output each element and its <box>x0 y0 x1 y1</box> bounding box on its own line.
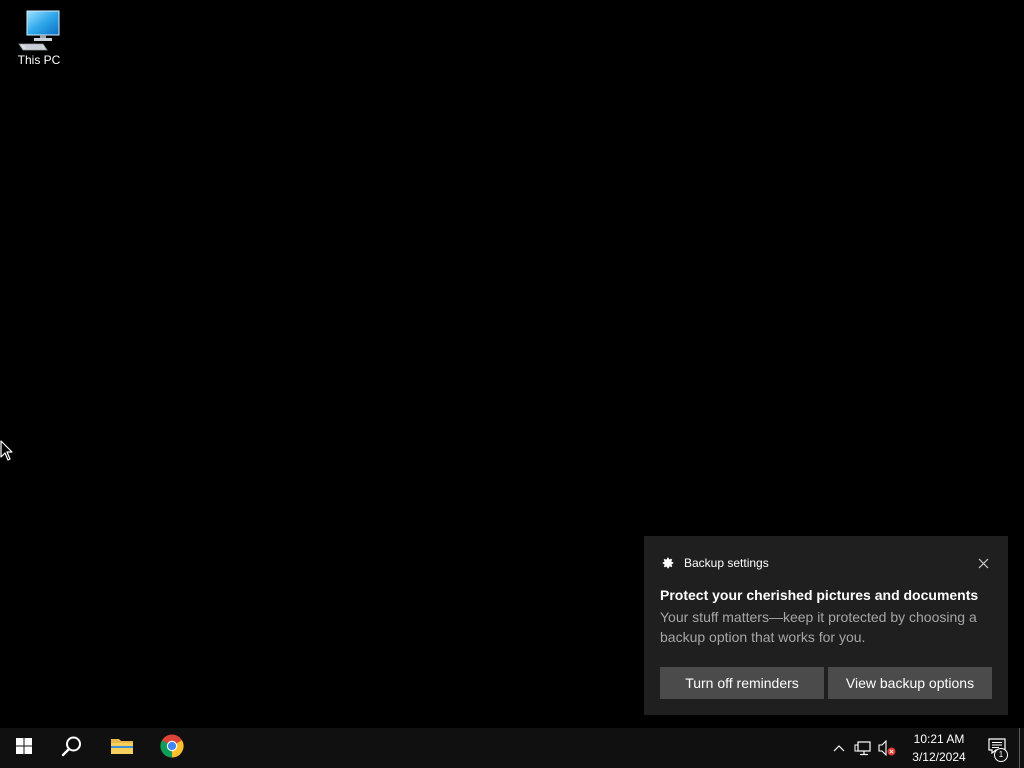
notification-count-badge: 1 <box>994 748 1008 762</box>
toast-actions: Turn off reminders View backup options <box>660 667 992 699</box>
backup-toast-notification[interactable]: Backup settings Protect your cherished p… <box>644 536 1008 715</box>
turn-off-reminders-button[interactable]: Turn off reminders <box>660 667 824 699</box>
toast-title: Protect your cherished pictures and docu… <box>660 587 979 603</box>
search-button[interactable] <box>48 728 96 768</box>
toast-app-name: Backup settings <box>684 556 769 570</box>
volume-muted-icon[interactable] <box>875 728 899 768</box>
file-explorer-icon <box>110 736 134 761</box>
toast-body: Your stuff matters—keep it protected by … <box>660 609 977 645</box>
mouse-cursor-icon <box>0 440 14 462</box>
this-pc-icon <box>15 8 63 52</box>
system-tray: 10:21 AM 3/12/2024 1 <box>827 728 1024 768</box>
taskbar-chrome[interactable] <box>148 728 196 768</box>
taskbar: 10:21 AM 3/12/2024 1 <box>0 728 1024 768</box>
windows-start-icon <box>16 737 32 759</box>
desktop: This PC Backup settings Protect your che… <box>0 0 1024 728</box>
start-button[interactable] <box>0 728 48 768</box>
show-desktop-button[interactable] <box>1019 728 1024 768</box>
desktop-icon-label: This PC <box>17 53 61 67</box>
network-icon[interactable] <box>851 728 875 768</box>
taskbar-file-explorer[interactable] <box>96 728 148 768</box>
toast-header: Backup settings <box>660 554 992 572</box>
action-center-button[interactable]: 1 <box>977 728 1017 768</box>
search-icon <box>61 735 83 762</box>
chrome-icon <box>160 734 184 763</box>
taskbar-clock[interactable]: 10:21 AM 3/12/2024 <box>901 728 977 768</box>
clock-date: 3/12/2024 <box>912 750 966 764</box>
clock-time: 10:21 AM <box>913 732 965 746</box>
chevron-up-icon[interactable] <box>827 728 851 768</box>
desktop-icon-this-pc[interactable]: This PC <box>10 8 68 76</box>
close-icon[interactable] <box>972 552 994 574</box>
gear-icon <box>660 555 676 571</box>
view-backup-options-button[interactable]: View backup options <box>828 667 992 699</box>
